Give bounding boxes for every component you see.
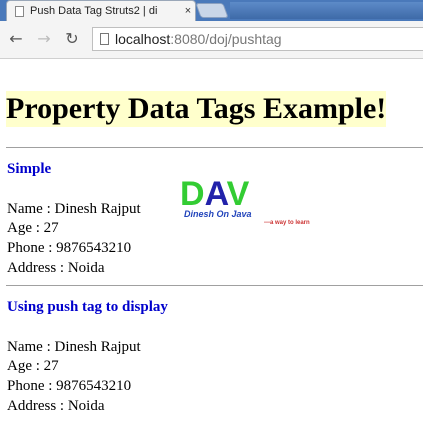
section-title-simple: Simple	[7, 161, 52, 177]
divider	[6, 147, 423, 148]
arrow-left-icon: ←	[9, 29, 23, 48]
logo-letters: DAV	[180, 175, 250, 213]
url-path: :8080/doj/pushtag	[170, 31, 282, 47]
logo-subtitle: Dinesh On Java	[184, 209, 252, 219]
reload-button[interactable]: ↻	[62, 29, 82, 49]
logo-letter-d: D	[180, 175, 205, 213]
browser-toolbar: ← → ↻ localhost:8080/doj/pushtag	[0, 21, 423, 59]
dinesh-on-java-logo: DAV Dinesh On Java ---a way to learn	[180, 175, 310, 226]
tab-strip: Push Data Tag Struts2 | di ×	[0, 0, 423, 21]
tab-strip-background	[230, 2, 423, 19]
arrow-right-icon: →	[37, 29, 51, 48]
url-host: localhost	[115, 31, 171, 47]
forward-button[interactable]: →	[34, 29, 54, 49]
back-button[interactable]: ←	[6, 29, 26, 49]
detail-name: Name : Dinesh Rajput	[7, 339, 141, 355]
page-title: Property Data Tags Example!	[6, 91, 387, 127]
logo-tagline: ---a way to learn	[264, 220, 310, 226]
browser-tab[interactable]: Push Data Tag Struts2 | di ×	[6, 0, 196, 21]
detail-name: Name : Dinesh Rajput	[7, 201, 141, 217]
address-bar[interactable]: localhost:8080/doj/pushtag	[92, 27, 423, 51]
detail-address: Address : Noida	[7, 260, 105, 276]
detail-age: Age : 27	[7, 358, 59, 374]
close-icon[interactable]: ×	[181, 5, 195, 17]
new-tab-button[interactable]	[195, 3, 229, 18]
logo-letter-a: A	[205, 175, 229, 213]
section-title-push: Using push tag to display	[7, 299, 168, 315]
detail-address: Address : Noida	[7, 398, 105, 414]
divider	[6, 285, 423, 286]
logo-letter-v: V	[227, 175, 250, 213]
detail-phone: Phone : 9876543210	[7, 378, 132, 394]
page-icon	[15, 5, 24, 17]
detail-phone: Phone : 9876543210	[7, 240, 132, 256]
tab-title: Push Data Tag Struts2 | di	[30, 5, 158, 17]
detail-age: Age : 27	[7, 220, 59, 236]
reload-icon: ↻	[65, 29, 79, 48]
page-info-icon[interactable]	[100, 33, 109, 45]
